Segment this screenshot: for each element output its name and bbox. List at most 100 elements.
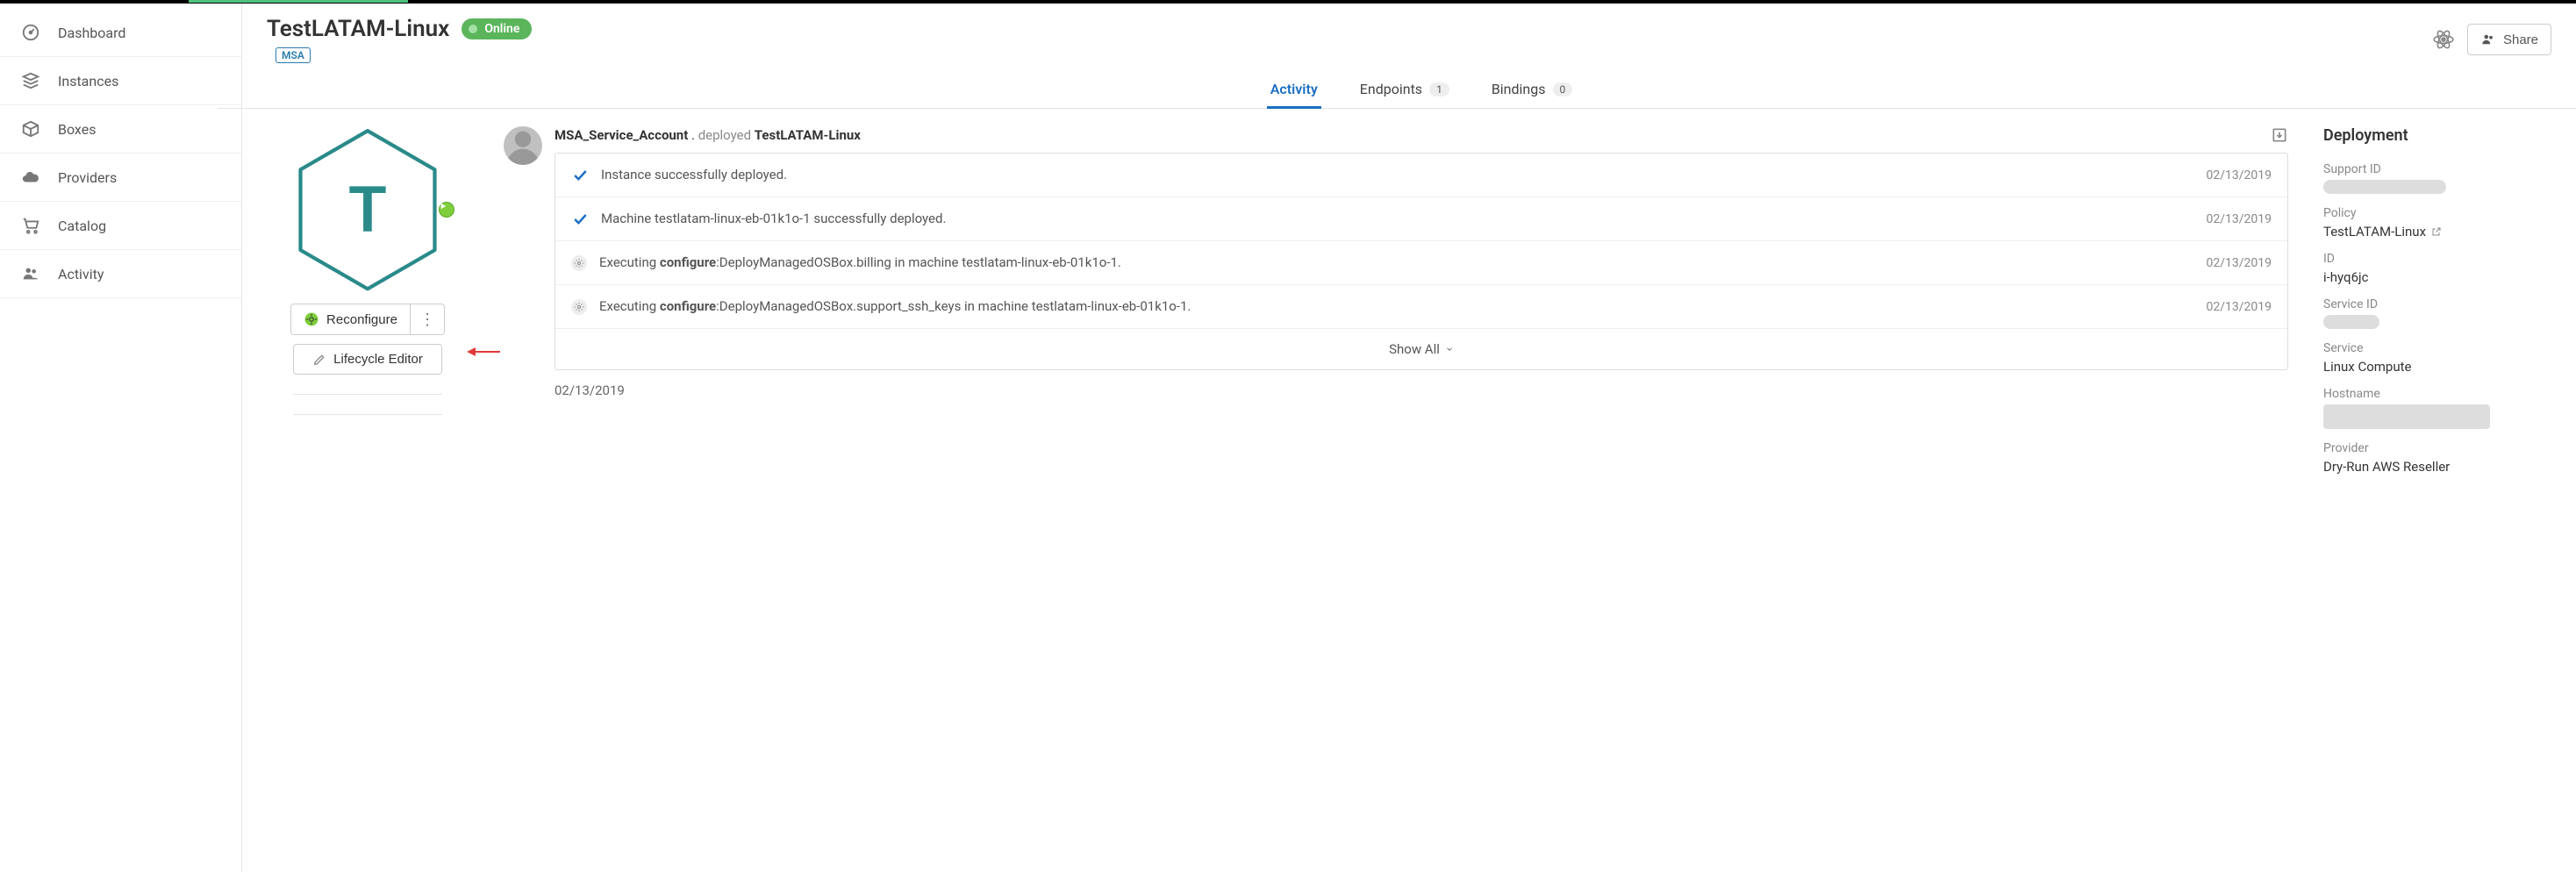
tab-endpoints[interactable]: Endpoints 1 bbox=[1356, 74, 1453, 108]
meta-label-service: Service bbox=[2323, 341, 2551, 355]
meta-value-service: Linux Compute bbox=[2323, 359, 2551, 375]
sidebar-item-dashboard[interactable]: Dashboard bbox=[0, 9, 241, 57]
kebab-icon: ⋮ bbox=[419, 311, 435, 328]
reconfigure-label: Reconfigure bbox=[326, 312, 397, 327]
meta-label-policy: Policy bbox=[2323, 206, 2551, 220]
meta-label-id: ID bbox=[2323, 252, 2551, 266]
meta-label-provider: Provider bbox=[2323, 441, 2551, 455]
feed-row: Machine testlatam-linux-eb-01k1o-1 succe… bbox=[555, 197, 2287, 241]
sidebar-item-boxes[interactable]: Boxes bbox=[0, 105, 241, 154]
meta-label-service-id: Service ID bbox=[2323, 297, 2551, 311]
instance-hexagon: T bbox=[293, 126, 442, 293]
tab-label: Bindings bbox=[1492, 81, 1546, 97]
feed-row: Instance successfully deployed. 02/13/20… bbox=[555, 154, 2287, 197]
people-icon bbox=[21, 264, 40, 283]
meta-value-policy: TestLATAM-Linux bbox=[2323, 224, 2426, 239]
policy-link[interactable]: TestLATAM-Linux bbox=[2323, 224, 2551, 239]
meta-label-hostname: Hostname bbox=[2323, 387, 2551, 401]
sidebar-item-label: Dashboard bbox=[58, 25, 125, 41]
feed-text: Instance successfully deployed. bbox=[601, 166, 2194, 184]
lifecycle-label: Lifecycle Editor bbox=[333, 352, 423, 367]
sidebar-item-label: Boxes bbox=[58, 121, 96, 138]
meta-value-provider: Dry-Run AWS Reseller bbox=[2323, 459, 2551, 475]
page-header: TestLATAM-Linux Online MSA Share bbox=[242, 4, 2576, 63]
meta-label-support-id: Support ID bbox=[2323, 162, 2551, 176]
feed-text: Executing configure:DeployManagedOSBox.s… bbox=[599, 297, 2194, 316]
tabs: Activity Endpoints 1 Bindings 0 bbox=[218, 63, 2576, 109]
status-dot-icon bbox=[469, 25, 477, 33]
feed-row: Executing configure:DeployManagedOSBox.b… bbox=[555, 241, 2287, 285]
redacted-value bbox=[2323, 315, 2379, 329]
cube-icon bbox=[21, 119, 40, 139]
feed-date: 02/13/2019 bbox=[2207, 168, 2272, 182]
tab-label: Activity bbox=[1270, 81, 1318, 97]
show-all-label: Show All bbox=[1389, 341, 1440, 357]
show-all-button[interactable]: Show All bbox=[555, 329, 2287, 369]
play-icon bbox=[440, 203, 447, 210]
feed-footer-date: 02/13/2019 bbox=[555, 382, 2288, 398]
status-label: Online bbox=[484, 22, 519, 36]
feed-text: Machine testlatam-linux-eb-01k1o-1 succe… bbox=[601, 210, 2194, 228]
feed-text: Executing configure:DeployManagedOSBox.b… bbox=[599, 254, 2194, 272]
sidebar-item-label: Instances bbox=[58, 73, 118, 89]
feed-card: Instance successfully deployed. 02/13/20… bbox=[555, 153, 2288, 370]
chevron-down-icon bbox=[1445, 345, 1454, 354]
sidebar-item-catalog[interactable]: Catalog bbox=[0, 202, 241, 250]
tab-bindings[interactable]: Bindings 0 bbox=[1488, 74, 1576, 108]
hex-letter: T bbox=[348, 173, 387, 247]
redacted-value bbox=[2323, 180, 2446, 194]
deployment-meta: Deployment Support ID Policy TestLATAM-L… bbox=[2323, 126, 2551, 847]
sidebar-item-label: Catalog bbox=[58, 218, 106, 234]
lifecycle-editor-button[interactable]: Lifecycle Editor bbox=[293, 344, 442, 375]
atom-icon[interactable] bbox=[2432, 28, 2455, 51]
arrow-left-icon bbox=[467, 346, 500, 358]
status-badge: Online bbox=[462, 18, 532, 39]
msa-badge: MSA bbox=[275, 47, 311, 63]
sidebar-item-providers[interactable]: Providers bbox=[0, 154, 241, 202]
sidebar: Dashboard Instances Boxes Providers Cata… bbox=[0, 4, 242, 872]
feed-date: 02/13/2019 bbox=[2207, 256, 2272, 270]
play-button[interactable] bbox=[439, 202, 454, 218]
more-actions-button[interactable]: ⋮ bbox=[411, 304, 445, 335]
download-box-icon[interactable] bbox=[2271, 126, 2288, 144]
sidebar-item-label: Providers bbox=[58, 169, 117, 186]
feed-target: TestLATAM-Linux bbox=[755, 127, 861, 143]
separator bbox=[293, 394, 442, 395]
gear-icon bbox=[571, 255, 587, 271]
instance-summary: T Reconfigure ⋮ bbox=[267, 126, 469, 847]
activity-feed: MSA_Service_Account . deployed TestLATAM… bbox=[504, 126, 2288, 847]
gauge-icon bbox=[21, 23, 40, 42]
tab-label: Endpoints bbox=[1360, 81, 1422, 97]
pencil-icon bbox=[312, 353, 326, 367]
share-label: Share bbox=[2503, 32, 2538, 47]
page-title: TestLATAM-Linux bbox=[267, 16, 449, 42]
gear-icon bbox=[571, 299, 587, 315]
main-content: TestLATAM-Linux Online MSA Share Act bbox=[242, 4, 2576, 872]
tab-activity[interactable]: Activity bbox=[1267, 74, 1321, 108]
redacted-value bbox=[2323, 404, 2490, 429]
reconfigure-button[interactable]: Reconfigure bbox=[290, 304, 411, 335]
gear-green-icon bbox=[304, 311, 319, 327]
meta-value-id: i-hyq6jc bbox=[2323, 269, 2551, 285]
feed-headline: MSA_Service_Account . deployed TestLATAM… bbox=[555, 127, 861, 143]
cart-icon bbox=[21, 216, 40, 235]
feed-date: 02/13/2019 bbox=[2207, 212, 2272, 226]
stack-icon bbox=[21, 71, 40, 90]
check-icon bbox=[571, 211, 589, 228]
feed-user: MSA_Service_Account bbox=[555, 127, 688, 143]
avatar bbox=[504, 126, 542, 165]
sidebar-item-instances[interactable]: Instances bbox=[0, 57, 241, 105]
tab-count: 1 bbox=[1429, 82, 1449, 96]
separator bbox=[293, 414, 442, 415]
feed-row: Executing configure:DeployManagedOSBox.s… bbox=[555, 285, 2287, 329]
sidebar-item-label: Activity bbox=[58, 266, 104, 282]
share-icon bbox=[2480, 32, 2496, 47]
tab-count: 0 bbox=[1553, 82, 1573, 96]
annotation-arrow bbox=[467, 346, 500, 358]
cloud-icon bbox=[21, 168, 40, 187]
check-icon bbox=[571, 167, 589, 184]
feed-date: 02/13/2019 bbox=[2207, 300, 2272, 314]
external-link-icon bbox=[2431, 226, 2442, 237]
sidebar-item-activity[interactable]: Activity bbox=[0, 250, 241, 298]
share-button[interactable]: Share bbox=[2467, 24, 2551, 55]
